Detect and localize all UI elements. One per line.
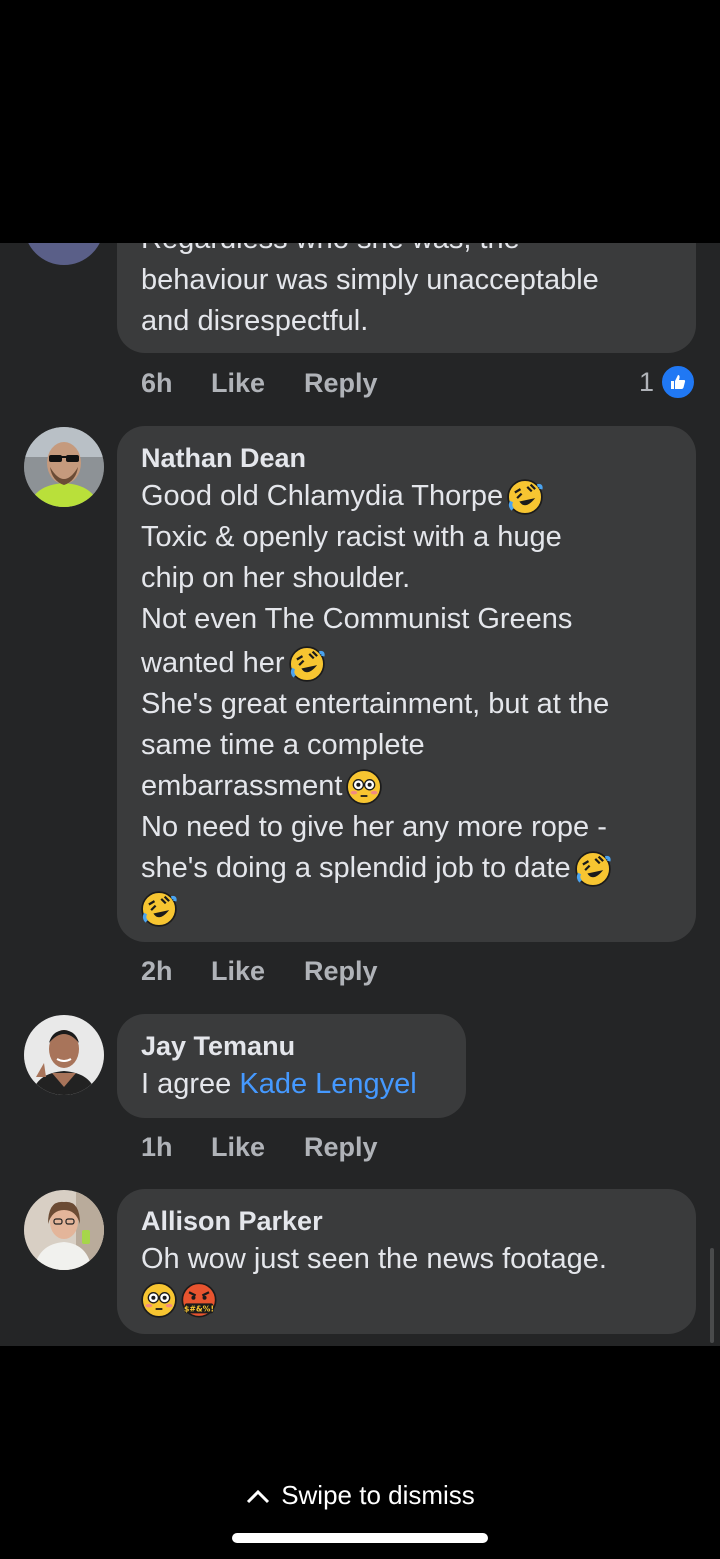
- comment-author[interactable]: Nathan Dean: [141, 440, 672, 476]
- reaction-summary[interactable]: 1: [639, 364, 696, 400]
- mention-link[interactable]: Kade Lengyel: [239, 1068, 416, 1100]
- reaction-count: 1: [638, 366, 654, 397]
- comments-panel[interactable]: Regardless who she was, the behaviour wa…: [0, 243, 720, 1346]
- comment-time: 2h: [141, 956, 173, 986]
- comment-time: 1h: [141, 1132, 173, 1162]
- comment-text: Regardless who she was, the: [141, 243, 672, 260]
- emoji-line: [140, 890, 672, 932]
- comment-text: Good old Chlamydia Thorpe: [141, 480, 504, 512]
- comment-actions: 1h Like Reply: [141, 1132, 378, 1163]
- comment-line: I agree Kade Lengyel: [141, 1064, 442, 1105]
- comment-text: behaviour was simply unacceptable: [141, 264, 599, 296]
- reply-button[interactable]: Reply: [304, 956, 378, 987]
- avatar-image: [24, 427, 104, 507]
- comment-author[interactable]: Allison Parker: [141, 1203, 672, 1239]
- comment-line: wanted her: [141, 643, 672, 684]
- swipe-to-dismiss[interactable]: Swipe to dismiss: [0, 1480, 720, 1511]
- comment-text: wanted her: [141, 647, 285, 679]
- like-button[interactable]: Like: [211, 1132, 304, 1163]
- avatar-image: [24, 1015, 104, 1095]
- cursing-face-emoji-icon: $#&%!: [181, 1282, 217, 1318]
- swipe-label: Swipe to dismiss: [281, 1480, 475, 1510]
- comment-bubble[interactable]: Jay Temanu I agree Kade Lengyel: [117, 1014, 466, 1118]
- comment-text: Toxic & openly racist with a huge: [141, 521, 562, 553]
- avatar-allison-parker[interactable]: [24, 1190, 104, 1270]
- laughing-emoji-icon: [507, 479, 544, 516]
- laughing-emoji-icon: [574, 851, 611, 888]
- comment-text: Not even The Communist Greens: [141, 603, 573, 635]
- home-indicator[interactable]: [232, 1533, 488, 1543]
- laughing-emoji-icon: [288, 646, 325, 683]
- avatar[interactable]: [24, 243, 104, 265]
- thumbs-up-icon: [660, 364, 696, 400]
- comment-text: chip on her shoulder.: [141, 562, 411, 594]
- comment-text: She's great entertainment, but at the: [141, 688, 610, 720]
- comment-text: and disrespectful.: [141, 305, 369, 337]
- comment-text: embarrassment: [141, 770, 343, 802]
- reply-button[interactable]: Reply: [304, 1132, 378, 1163]
- avatar-image: [24, 1190, 104, 1270]
- comment-line: embarrassment: [141, 766, 672, 807]
- scrollbar[interactable]: [710, 1248, 714, 1343]
- avatar-jay-temanu[interactable]: [24, 1015, 104, 1095]
- comment-bubble[interactable]: Nathan Dean Good old Chlamydia Thorpe To…: [117, 426, 696, 942]
- emoji-line: $#&%!: [141, 1282, 672, 1318]
- like-button[interactable]: Like: [211, 956, 304, 987]
- comment-time: 6h: [141, 368, 173, 398]
- comment-text: No need to give her any more rope -: [141, 811, 607, 843]
- comment-text: I agree: [141, 1068, 232, 1100]
- comment-line: Good old Chlamydia Thorpe: [141, 476, 672, 517]
- comment-author[interactable]: Jay Temanu: [141, 1028, 442, 1064]
- reply-button[interactable]: Reply: [304, 368, 378, 399]
- comment-bubble[interactable]: Allison Parker Oh wow just seen the news…: [117, 1189, 696, 1334]
- comment-bubble[interactable]: Regardless who she was, the behaviour wa…: [117, 243, 696, 353]
- comment-actions: 2h Like Reply: [141, 956, 378, 987]
- laughing-emoji-icon: [140, 890, 178, 928]
- comment-text: she's doing a splendid job to date: [141, 852, 571, 884]
- symbol-text: $#&%!: [184, 1305, 214, 1314]
- like-button[interactable]: Like: [211, 368, 304, 399]
- avatar-nathan-dean[interactable]: [24, 427, 104, 507]
- flushed-emoji-icon: [141, 1282, 177, 1318]
- comment-text: same time a complete: [141, 729, 425, 761]
- comment-text: Oh wow just seen the news footage.: [141, 1243, 607, 1275]
- flushed-emoji-icon: [346, 769, 383, 806]
- comment-actions: 6h Like Reply: [141, 368, 378, 399]
- comment-line: she's doing a splendid job to date: [141, 848, 672, 889]
- chevron-up-icon: [247, 1489, 270, 1503]
